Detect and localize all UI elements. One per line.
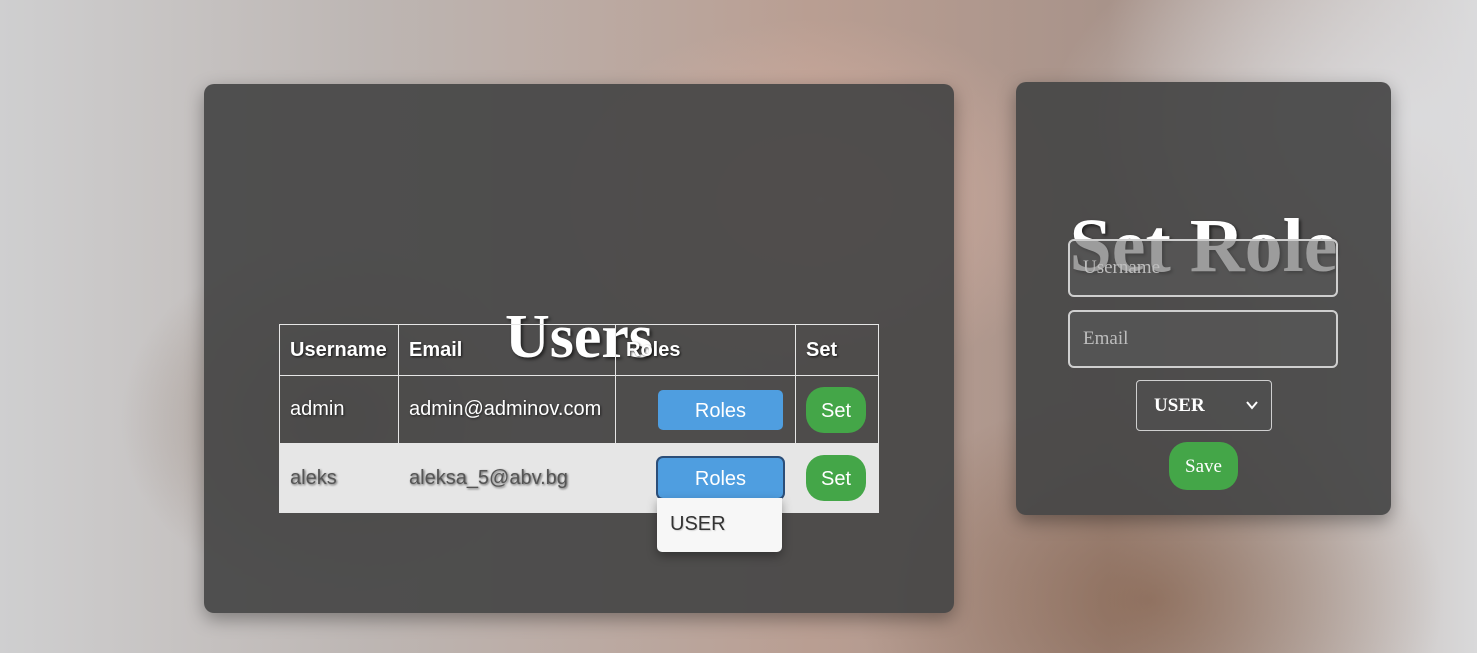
roles-dropdown-menu: USER [657,498,782,552]
header-email: Email [398,324,616,376]
set-button[interactable]: Set [806,386,866,433]
table-row: admin admin@adminov.com Roles Set [279,375,879,444]
save-button[interactable]: Save [1169,442,1238,490]
users-table: Username Email Roles Set admin admin@adm… [279,324,879,513]
roles-button[interactable]: Roles [658,458,783,498]
role-select-value: USER [1154,395,1205,416]
cell-username: aleks [279,443,399,513]
header-username: Username [279,324,399,376]
header-set: Set [795,324,879,376]
dropdown-item-user[interactable]: USER [670,513,726,536]
role-select[interactable]: USER [1136,380,1272,431]
cell-username: admin [279,375,399,444]
roles-button[interactable]: Roles [658,389,783,430]
cell-set: Set [795,443,879,513]
set-button[interactable]: Set [806,455,866,501]
cell-email: aleksa_5@abv.bg [398,443,616,513]
chevron-down-icon [1246,401,1258,410]
table-header-row: Username Email Roles Set [279,324,879,376]
username-input[interactable] [1068,239,1338,297]
cell-email: admin@adminov.com [398,375,616,444]
email-input[interactable] [1068,310,1338,368]
header-roles: Roles [615,324,796,376]
table-row: aleks aleksa_5@abv.bg Roles Set [279,443,879,513]
cell-roles: Roles [615,375,796,444]
cell-set: Set [795,375,879,444]
